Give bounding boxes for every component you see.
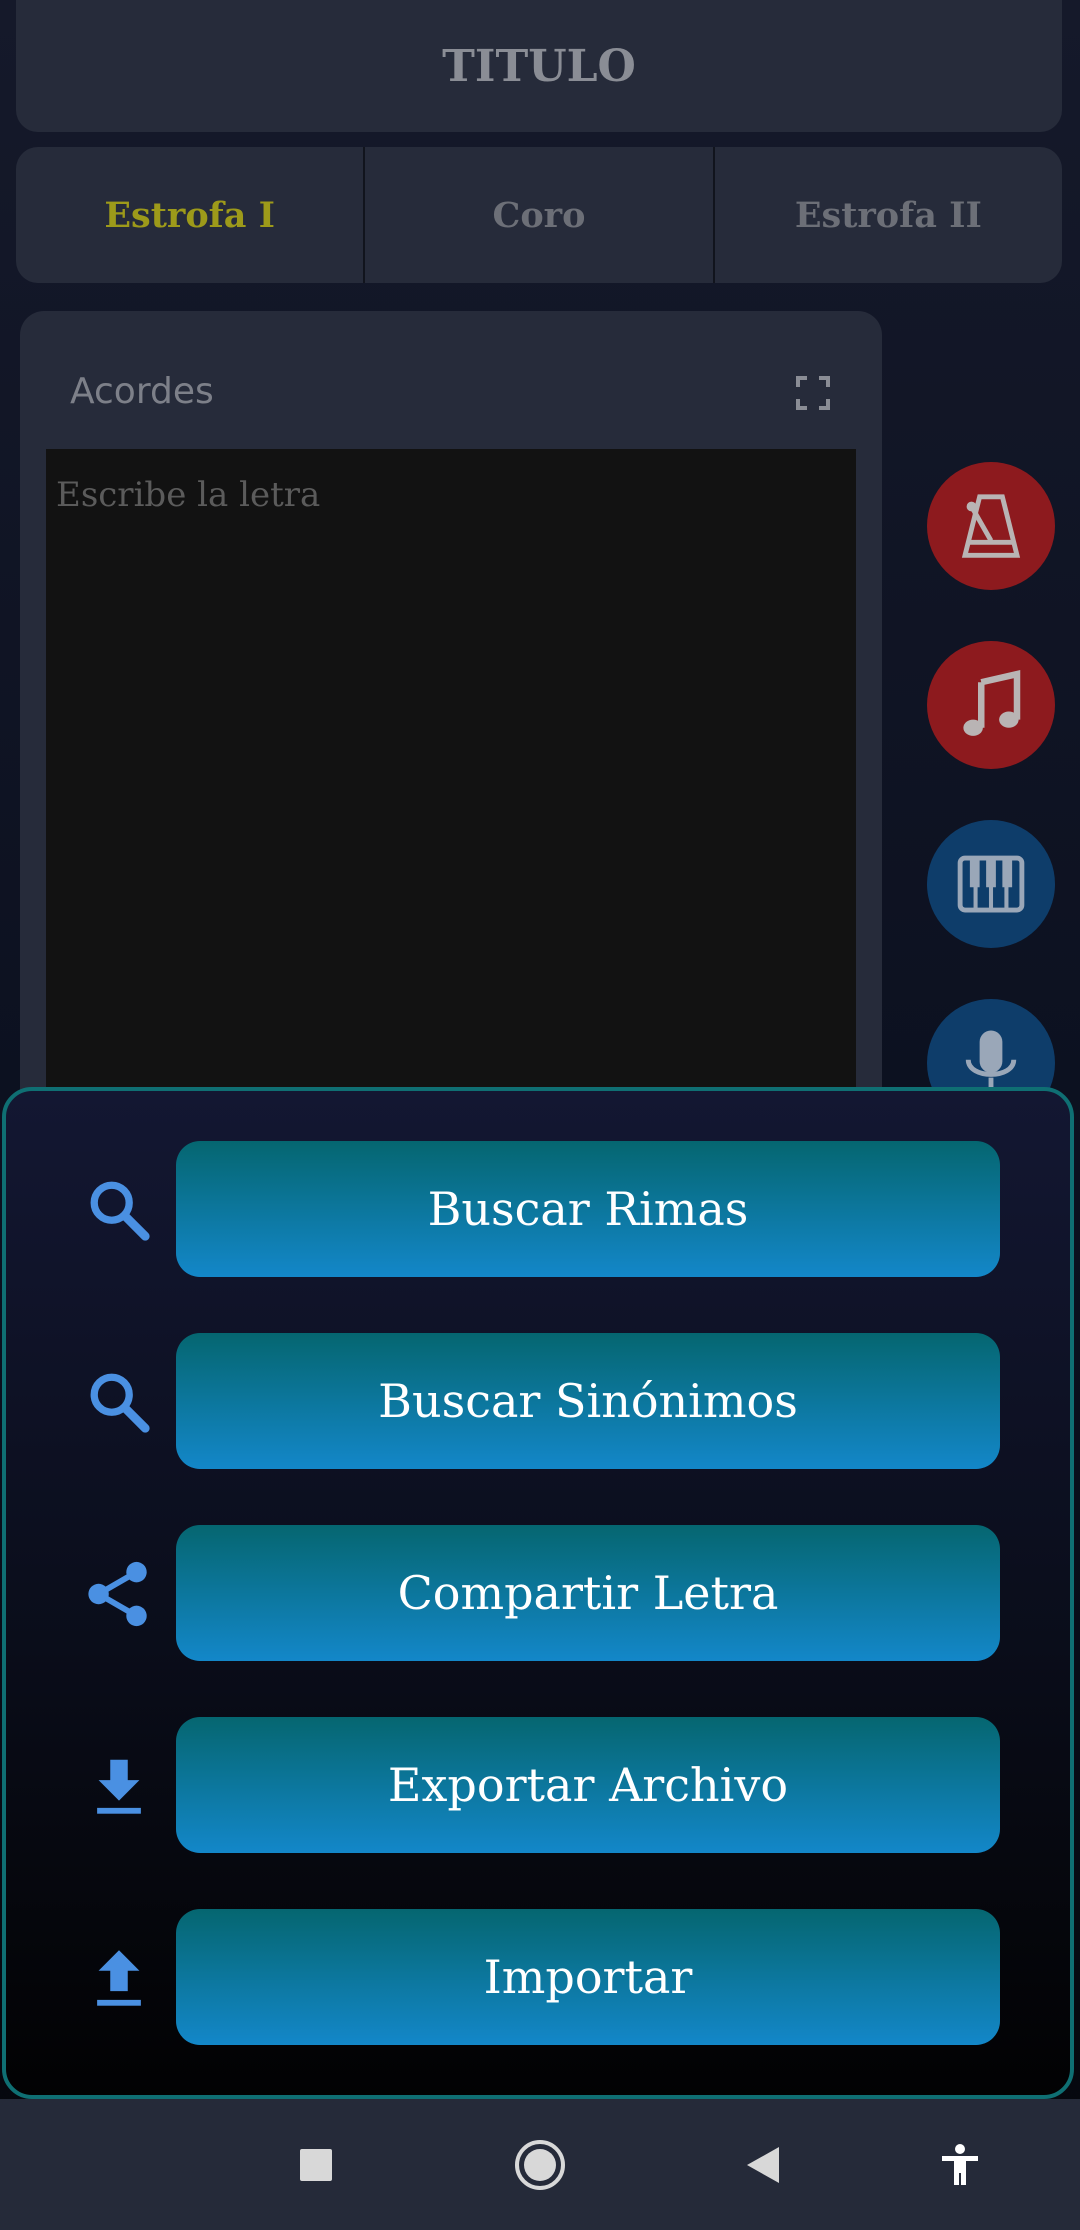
music-button[interactable] (927, 641, 1055, 769)
download-icon (97, 1759, 141, 1814)
title-bar[interactable]: TITULO (16, 0, 1062, 132)
back-button[interactable] (730, 2133, 794, 2197)
piano-icon (957, 855, 1025, 913)
export-file-button[interactable]: Exportar Archivo (176, 1717, 1000, 1853)
tab-estrofa-1[interactable]: Estrofa I (16, 147, 366, 283)
metronome-button[interactable] (927, 462, 1055, 590)
share-lyrics-button[interactable]: Compartir Letra (176, 1525, 1000, 1661)
system-nav-bar (0, 2099, 1080, 2230)
upload-icon (97, 1950, 141, 2006)
fullscreen-icon[interactable] (796, 376, 830, 410)
action-row-share: Compartir Letra (6, 1525, 1070, 1661)
share-icon (88, 1561, 147, 1627)
action-row-export: Exportar Archivo (6, 1717, 1070, 1853)
recents-button[interactable] (284, 2133, 348, 2197)
piano-button[interactable] (927, 820, 1055, 948)
metronome-icon (961, 494, 1021, 558)
accessibility-button[interactable] (928, 2133, 992, 2197)
back-icon (747, 2147, 779, 2183)
search-icon (90, 1373, 150, 1433)
home-icon (515, 2140, 565, 2190)
tab-coro[interactable]: Coro (365, 147, 715, 283)
import-button[interactable]: Importar (176, 1909, 1000, 2045)
editor-card: Acordes (20, 311, 882, 1211)
accessibility-icon (942, 2144, 978, 2185)
search-rhymes-button[interactable]: Buscar Rimas (176, 1141, 1000, 1277)
home-button[interactable] (508, 2133, 572, 2197)
recents-icon (300, 2149, 332, 2181)
chords-field[interactable]: Acordes (70, 371, 214, 412)
song-title[interactable]: TITULO (442, 41, 636, 92)
section-tabs: Estrofa I Coro Estrofa II (16, 147, 1062, 283)
action-row-import: Importar (6, 1909, 1070, 2045)
tab-estrofa-2[interactable]: Estrofa II (715, 147, 1062, 283)
action-row-rhymes: Buscar Rimas (6, 1141, 1070, 1277)
search-synonyms-button[interactable]: Buscar Sinónimos (176, 1333, 1000, 1469)
music-note-icon (963, 670, 1021, 736)
actions-sheet: Buscar Rimas Buscar Sinónimos Compartir … (2, 1087, 1074, 2099)
search-icon (90, 1181, 150, 1241)
action-row-synonyms: Buscar Sinónimos (6, 1333, 1070, 1469)
